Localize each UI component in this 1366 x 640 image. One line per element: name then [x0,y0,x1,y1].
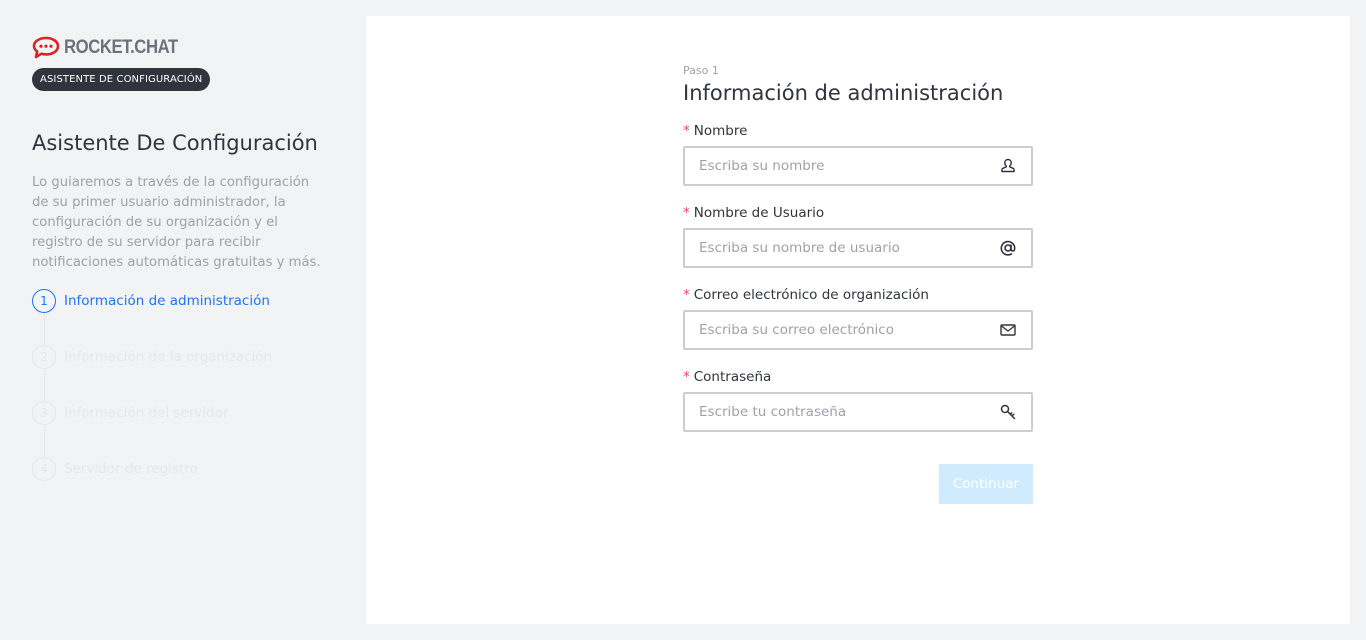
key-icon [999,403,1017,421]
password-label: * Contraseña [683,369,772,385]
user-icon [999,157,1017,175]
step-register-server: 4 Servidor de registro [32,457,322,481]
name-label: * Nombre [683,123,748,139]
step-connector [43,313,45,345]
password-input[interactable] [699,404,999,420]
admin-info-form: Paso 1 Información de administración * No… [683,64,1033,504]
step-label: Información de la organización [64,349,273,365]
step-label: Información del servidor [64,405,229,421]
step-caption: Paso 1 [683,64,719,77]
name-input-wrapper[interactable] [683,146,1033,186]
step-organization-info: 2 Información de la organización [32,345,322,369]
setup-wizard-badge: ASISTENTE DE CONFIGURACIÓN [32,68,211,91]
required-marker: * [683,287,690,303]
step-number: 3 [32,401,56,425]
required-marker: * [683,369,690,385]
logo-text: ROCKET.CHAT [64,37,178,58]
step-label: Información de administración [64,293,270,309]
step-admin-info: 1 Información de administración [32,289,322,313]
step-connector [43,369,45,401]
step-number: 2 [32,345,56,369]
step-server-info: 3 Información del servidor [32,401,322,425]
mail-icon [999,321,1017,339]
wizard-description: Lo guiaremos a través de la configuració… [32,175,321,270]
setup-wizard-sidebar: ROCKET.CHAT ASISTENTE DE CONFIGURACIÓN A… [32,36,322,513]
password-input-wrapper[interactable] [683,392,1033,432]
setup-form-panel: Paso 1 Información de administración * No… [366,16,1350,624]
password-field-group: * Contraseña [683,368,1033,432]
step-number: 4 [32,457,56,481]
step-connector [43,425,45,457]
step-number: 1 [32,289,56,313]
username-input[interactable] [699,240,999,256]
at-icon [999,239,1017,257]
email-input[interactable] [699,322,999,338]
rocket-chat-logo-icon [32,36,60,59]
name-input[interactable] [699,158,999,174]
wizard-steps: 1 Información de administración 2 Inform… [32,289,322,481]
required-marker: * [683,205,690,221]
username-field-group: * Nombre de Usuario [683,204,1033,268]
name-field-group: * Nombre [683,122,1033,186]
username-label: * Nombre de Usuario [683,205,825,221]
form-title: Información de administración [683,81,1004,105]
email-field-group: * Correo electrónico de organización [683,286,1033,350]
step-label: Servidor de registro [64,461,198,477]
wizard-title: Asistente De Configuración [32,131,318,155]
username-input-wrapper[interactable] [683,228,1033,268]
continue-button[interactable]: Continuar [939,464,1033,504]
rocket-chat-logo: ROCKET.CHAT [32,36,322,60]
form-actions: Continuar [683,464,1033,504]
email-label: * Correo electrónico de organización [683,287,929,303]
email-input-wrapper[interactable] [683,310,1033,350]
required-marker: * [683,123,690,139]
